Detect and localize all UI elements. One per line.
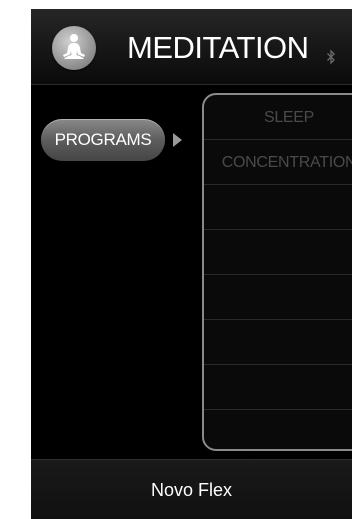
program-list-panel[interactable]: SLEEP CONCENTRATION — [202, 93, 352, 451]
meditation-figure-icon — [52, 26, 96, 70]
triangle-right-icon — [173, 133, 182, 147]
list-item-empty[interactable] — [204, 320, 352, 365]
list-item-concentration[interactable]: CONCENTRATION — [204, 140, 352, 185]
list-item-label: CONCENTRATION — [221, 154, 352, 171]
tab-programs[interactable]: PROGRAMS — [41, 119, 165, 161]
page-title: MEDITATION — [127, 30, 309, 65]
list-item-empty[interactable] — [204, 230, 352, 275]
list-item-empty[interactable] — [204, 365, 352, 410]
list-item-empty[interactable] — [204, 185, 352, 230]
list-item-empty[interactable] — [204, 275, 352, 320]
list-item-empty[interactable] — [204, 410, 352, 449]
footer-bar: Novo Flex — [31, 459, 352, 519]
bluetooth-icon — [327, 49, 335, 65]
header-bar: MEDITATION — [31, 9, 352, 85]
meditation-figure-svg — [63, 34, 85, 59]
list-item-label: SLEEP — [263, 109, 315, 126]
list-item-sleep[interactable]: SLEEP — [204, 95, 352, 140]
device-name: Novo Flex — [150, 480, 233, 500]
app-screen: MEDITATION PROGRAMS SLEEP CONCENTRATION — [31, 9, 352, 519]
